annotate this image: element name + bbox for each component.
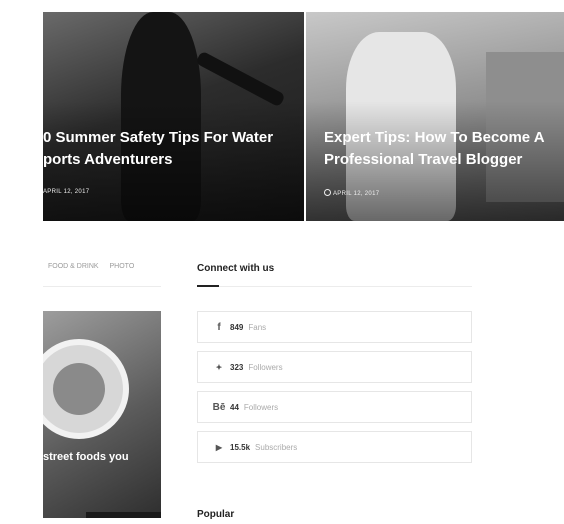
social-count: 323: [230, 362, 244, 372]
category-tabs: FOOD & DRINK PHOTO: [48, 263, 143, 270]
tab-photo[interactable]: PHOTO: [110, 263, 135, 270]
social-label: Fans: [248, 322, 267, 332]
divider: [43, 286, 161, 287]
featured-date-left: APRIL 12, 2017: [43, 189, 89, 195]
connect-widget-title: Connect with us: [197, 263, 275, 274]
featured-title-line[interactable]: Professional Travel Blogger: [324, 149, 564, 171]
featured-title-left[interactable]: 0 Summer Safety Tips For Water ports Adv…: [43, 127, 304, 171]
post-title[interactable]: street foods you: [43, 451, 129, 463]
tab-food-drink[interactable]: FOOD & DRINK: [48, 263, 99, 270]
featured-title-line[interactable]: ports Adventurers: [43, 149, 304, 171]
popular-widget-title: Popular: [197, 509, 235, 520]
date-text: APRIL 12, 2017: [43, 189, 90, 195]
social-count: 15.5k: [230, 442, 251, 452]
social-label: Followers: [243, 402, 279, 412]
featured-title-line[interactable]: 0 Summer Safety Tips For Water: [43, 127, 304, 149]
social-label: Subscribers: [255, 442, 298, 452]
post-bar: [86, 512, 161, 518]
facebook-icon: f: [217, 321, 221, 333]
post-card-image[interactable]: [43, 311, 161, 518]
featured-title-line[interactable]: Expert Tips: How To Become A: [324, 127, 564, 149]
featured-post-left[interactable]: 0 Summer Safety Tips For Water ports Adv…: [43, 12, 304, 221]
behance-icon: Bē: [212, 401, 226, 413]
latte-art: [53, 363, 105, 415]
featured-date-right: APRIL 12, 2017: [324, 189, 379, 197]
twitter-icon: ✦: [215, 362, 223, 372]
social-behance[interactable]: Bē 44 Followers: [197, 391, 472, 423]
social-facebook[interactable]: f 849 Fans: [197, 311, 472, 343]
widget-divider: [197, 286, 472, 287]
featured-title-right[interactable]: Expert Tips: How To Become A Professiona…: [324, 127, 564, 171]
widget-title-accent: [197, 285, 219, 287]
social-youtube[interactable]: ▶ 15.5k Subscribers: [197, 431, 472, 463]
youtube-icon: ▶: [215, 442, 223, 452]
social-count: 44: [230, 402, 239, 412]
social-twitter[interactable]: ✦ 323 Followers: [197, 351, 472, 383]
clock-icon: [324, 189, 331, 196]
paddle-shape: [195, 50, 286, 108]
coffee-cup-image: [43, 339, 129, 439]
social-count: 849: [230, 322, 244, 332]
social-label: Followers: [248, 362, 283, 372]
date-text: APRIL 12, 2017: [333, 191, 380, 197]
featured-post-right[interactable]: Expert Tips: How To Become A Professiona…: [306, 12, 564, 221]
